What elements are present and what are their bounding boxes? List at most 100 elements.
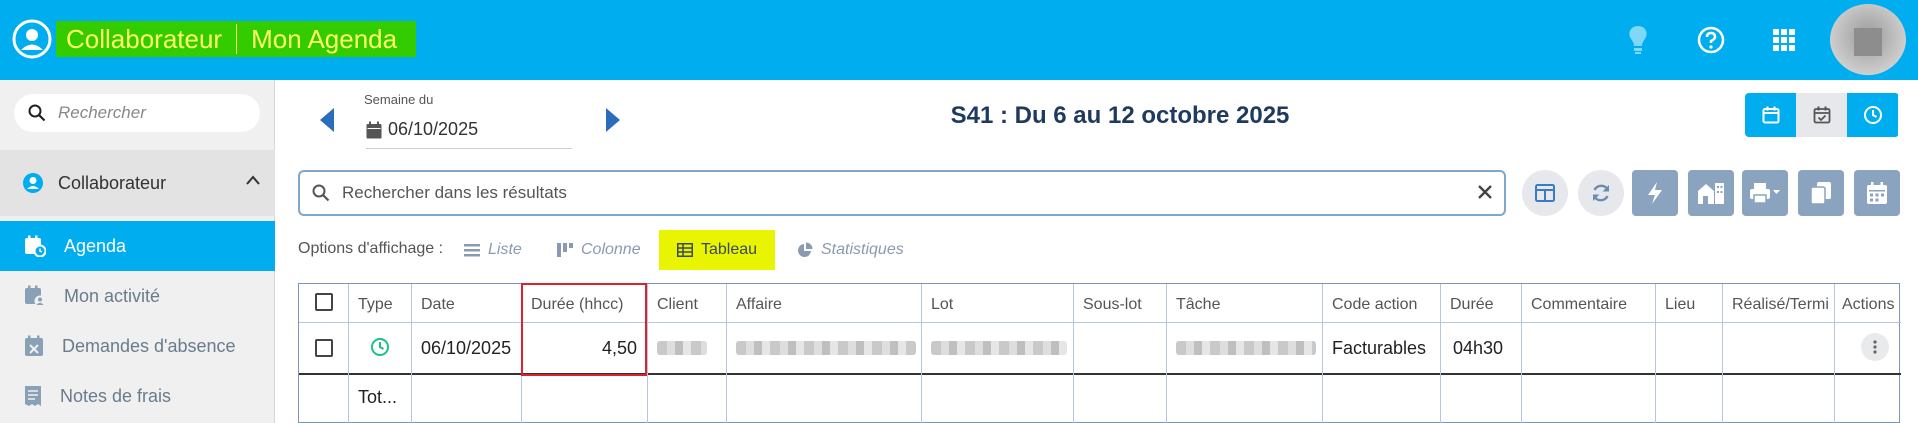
sidebar-item-demandes-absence[interactable]: Demandes d'absence [0,321,275,371]
column-header-lieu[interactable]: Lieu [1665,296,1695,314]
calendar-clock-icon [25,235,46,257]
column-header-code-action[interactable]: Code action [1332,296,1417,314]
sidebar-search-input[interactable]: Rechercher [14,94,260,132]
calendar-check-icon[interactable] [1796,93,1847,137]
apps-grid-icon[interactable] [1768,24,1800,56]
total-label: Tot... [358,387,398,407]
display-option-label: Liste [488,241,522,258]
calendar-icon[interactable] [1745,93,1796,137]
column-divider [1834,284,1835,423]
column-divider [1073,284,1074,423]
row-actions-button[interactable] [1861,333,1889,361]
week-label: Semaine du [364,92,434,107]
receipt-icon [25,386,41,406]
column-divider [726,284,727,423]
column-header-tache[interactable]: Tâche [1176,296,1220,314]
clock-icon [371,338,389,356]
sidebar-item-label: Agenda [64,235,127,256]
blurred-client [657,341,707,355]
close-icon[interactable] [1476,183,1494,201]
section-title: Mon Agenda [251,23,398,54]
column-header-sous-lot[interactable]: Sous-lot [1083,296,1142,314]
columns-toggle-button[interactable] [1522,170,1568,216]
chevron-up-icon[interactable] [245,174,261,186]
sidebar-item-label: Mon activité [64,285,161,306]
quick-action-button[interactable] [1632,170,1678,216]
help-icon[interactable] [1695,24,1727,56]
bolt-icon [1648,182,1662,204]
avatar[interactable] [1830,4,1906,76]
top-bar: Collaborateur Mon Agenda [0,0,1918,80]
sidebar-search-placeholder: Rechercher [58,103,146,122]
app-title: Collaborateur Mon Agenda [56,21,416,57]
sidebar-group-collaborateur[interactable]: Collaborateur [0,150,275,216]
display-option-tableau[interactable]: Tableau [659,230,776,270]
column-header-actions: Actions [1842,296,1895,313]
column-header-date[interactable]: Date [421,296,455,314]
display-option-label: Tableau [701,241,758,258]
pie-chart-icon [798,242,813,257]
blurred-tache [1176,341,1316,355]
column-divider [647,284,648,423]
column-header-commentaire[interactable]: Commentaire [1531,296,1627,314]
column-divider [1322,284,1323,423]
column-header-lot[interactable]: Lot [931,296,953,314]
user-circle-icon [23,173,43,193]
print-icon [1750,183,1780,204]
display-option-colonne[interactable]: Colonne [557,230,641,270]
column-header-client[interactable]: Client [657,296,698,314]
column-header-realise-termine[interactable]: Réalisé/Terminé [1732,296,1830,314]
user-circle-icon[interactable] [12,19,52,59]
blurred-affaire [736,341,916,355]
refresh-button[interactable] [1578,170,1624,216]
lightbulb-icon[interactable] [1622,24,1654,56]
display-options-label: Options d'affichage : [298,240,444,257]
column-divider [1722,284,1723,423]
sidebar-item-agenda[interactable]: Agenda [0,221,275,271]
highlight-box [521,283,647,376]
table-icon [677,243,693,257]
refresh-icon [1592,184,1610,202]
column-divider [348,284,349,423]
column-header-duree[interactable]: Durée [1450,296,1494,314]
sidebar-item-mon-activite[interactable]: Mon activité [0,271,275,321]
display-option-label: Colonne [581,241,641,258]
display-option-liste[interactable]: Liste [464,230,522,270]
cell-duree[interactable]: 04h30 [1453,338,1503,359]
column-header-affaire[interactable]: Affaire [736,296,782,314]
column-divider [921,284,922,423]
next-week-arrow-icon[interactable] [604,106,624,134]
module-title: Collaborateur [66,23,223,54]
column-divider [1440,284,1441,423]
calendar-grid-button[interactable] [1854,170,1900,216]
building-icon [1698,183,1724,204]
previous-week-arrow-icon[interactable] [316,106,336,134]
column-divider [1166,284,1167,423]
results-search-input[interactable]: Rechercher dans les résultats [298,170,1506,216]
title-separator [236,24,238,54]
cell-code-action[interactable]: Facturables [1332,338,1426,359]
sidebar-item-notes-de-frais[interactable]: Notes de frais [0,371,275,421]
column-divider [411,284,412,423]
select-all-checkbox[interactable] [315,293,333,311]
column-divider [1655,284,1656,423]
week-date-value: 06/10/2025 [388,119,479,139]
building-button[interactable] [1688,170,1734,216]
clock-icon[interactable] [1847,93,1898,137]
cell-date[interactable]: 06/10/2025 [421,338,511,359]
calendar-x-icon [25,335,43,356]
copy-button[interactable] [1798,170,1844,216]
search-icon [312,184,330,202]
display-option-statistiques[interactable]: Statistiques [797,230,904,270]
week-date-picker[interactable]: 06/10/2025 [366,111,572,149]
list-icon [464,244,480,257]
sidebar: Rechercher Collaborateur Agenda Mon acti… [0,80,275,423]
display-option-label: Statistiques [821,241,904,258]
search-icon [28,104,46,122]
print-button[interactable] [1742,170,1788,216]
results-search-placeholder: Rechercher dans les résultats [342,183,567,202]
blurred-lot [931,341,1067,355]
sidebar-item-label: Demandes d'absence [62,335,236,356]
row-checkbox[interactable] [315,339,333,357]
column-header-type[interactable]: Type [358,296,393,314]
